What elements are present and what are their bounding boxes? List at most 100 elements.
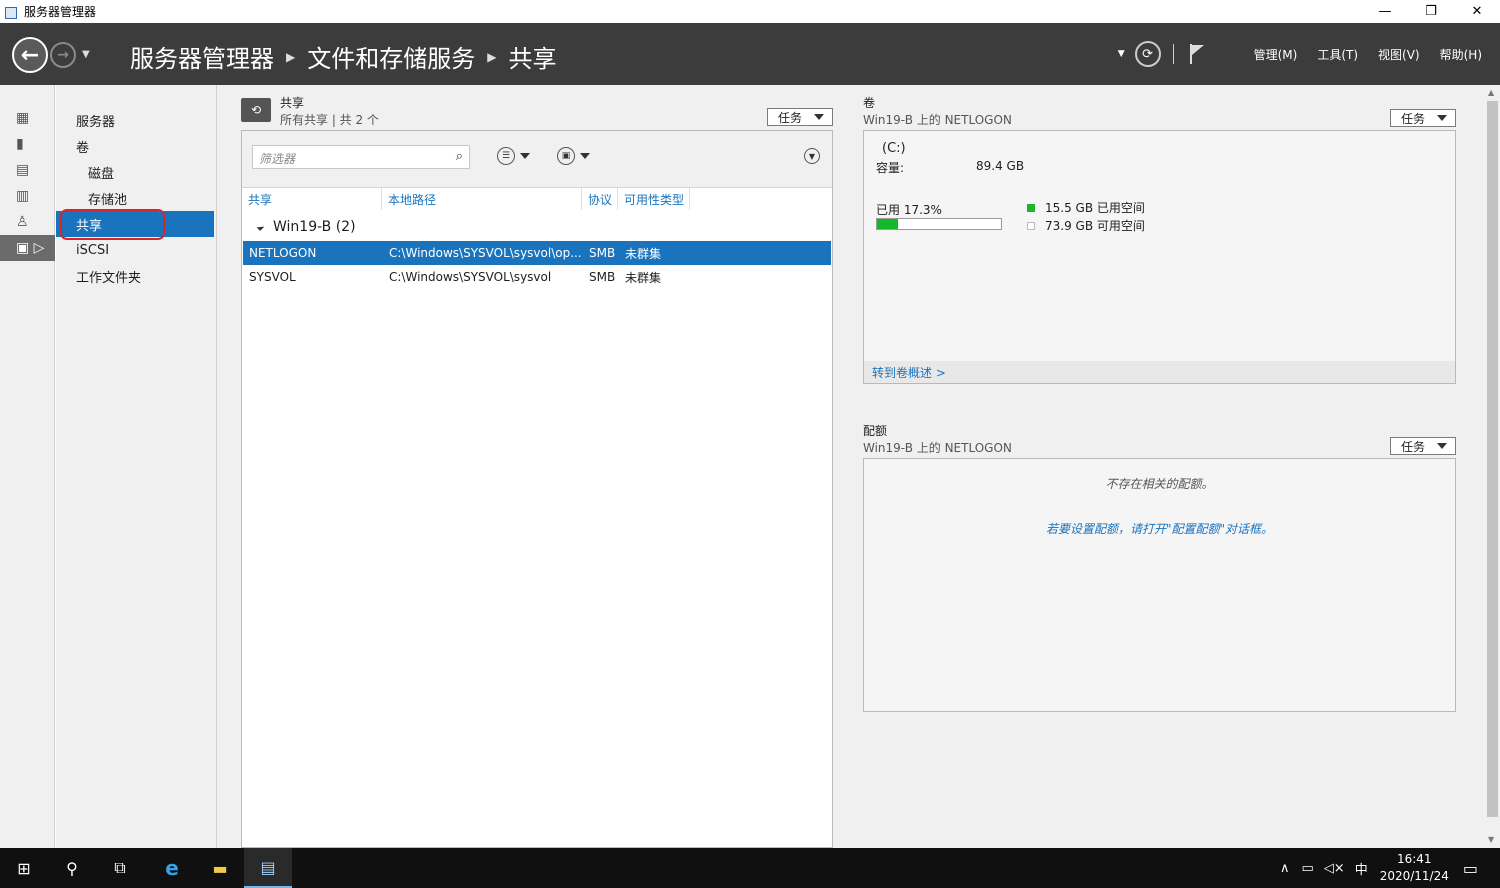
network-icon[interactable]: ▭	[1302, 861, 1314, 876]
volume-overview-link[interactable]: 转到卷概述 >	[864, 361, 1455, 383]
notification-center-icon[interactable]: ▭	[1463, 859, 1478, 878]
list-icon: ☰	[497, 147, 515, 165]
scroll-up-icon[interactable]: ▲	[1488, 88, 1494, 97]
cell-availability: 未群集	[625, 270, 662, 285]
all-servers-icon[interactable]: ▤	[0, 157, 55, 183]
nav-item-servers[interactable]: 服务器	[56, 107, 216, 133]
chevron-down-icon[interactable]: ▼	[1118, 49, 1125, 59]
vertical-scrollbar[interactable]: ▲ ▼	[1485, 85, 1500, 848]
quota-hint-link[interactable]: 若要设置配额，请打开"配置配额"对话框。	[864, 520, 1455, 537]
file-explorer-icon[interactable]: ▬	[196, 848, 244, 888]
free-swatch	[1027, 221, 1035, 230]
cell-availability: 未群集	[625, 246, 662, 261]
clock[interactable]: 16:41 2020/11/24	[1380, 851, 1449, 885]
filter-bar: 筛选器 ⌕ ☰ ▣ ▼	[242, 131, 832, 188]
legend-used: 15.5 GB 已用空间	[1027, 199, 1145, 216]
scroll-down-icon[interactable]: ▼	[1488, 835, 1494, 844]
expand-icon[interactable]: ▼	[804, 148, 820, 164]
nav-item-work-folders[interactable]: 工作文件夹	[56, 263, 216, 289]
quota-panel: 不存在相关的配额。 若要设置配额，请打开"配置配额"对话框。	[863, 458, 1456, 712]
save-query-button[interactable]: ▣	[557, 147, 590, 165]
taskbar: ⊞ ⚲ ⧉ e ▬ ▤ ∧ ▭ ◁× 中 16:41 2020/11/24 ▭	[0, 848, 1500, 888]
col-protocol[interactable]: 协议	[582, 188, 618, 210]
capacity-label: 容量:	[876, 161, 905, 175]
cell-protocol: SMB	[589, 246, 616, 260]
filter-input[interactable]: 筛选器 ⌕	[252, 145, 470, 169]
menu-help[interactable]: 帮助(H)	[1440, 46, 1482, 63]
breadcrumb-item[interactable]: 文件和存储服务	[307, 39, 475, 74]
used-swatch	[1027, 203, 1035, 212]
group-header[interactable]: Win19-B (2)	[256, 219, 356, 235]
shares-icon: ⟲	[241, 98, 271, 122]
forward-button[interactable]: →	[50, 42, 76, 68]
nav-item-disks[interactable]: 磁盘	[56, 159, 216, 185]
nav-item-iscsi[interactable]: iSCSI	[56, 237, 216, 263]
capacity-value: 89.4 GB	[976, 159, 1025, 173]
breadcrumb-item[interactable]: 服务器管理器	[130, 39, 274, 74]
ad-ds-icon[interactable]: ♙	[0, 209, 55, 235]
breadcrumb: 服务器管理器 ▶ 文件和存储服务 ▶ 共享	[130, 39, 556, 74]
collapse-icon[interactable]	[256, 223, 265, 231]
col-availability[interactable]: 可用性类型	[618, 188, 690, 210]
divider	[1172, 44, 1174, 64]
filter-placeholder: 筛选器	[259, 152, 296, 166]
breadcrumb-item[interactable]: 共享	[508, 39, 556, 74]
local-server-icon[interactable]: ▮	[0, 131, 55, 157]
task-view-icon[interactable]: ⧉	[96, 848, 144, 888]
usage-bar	[876, 218, 1002, 230]
used-space-text: 15.5 GB 已用空间	[1045, 201, 1145, 215]
volume-title: 卷	[863, 96, 876, 110]
cell-share: SYSVOL	[249, 270, 296, 284]
chevron-down-icon	[520, 153, 530, 159]
ime-indicator[interactable]: 中	[1355, 859, 1368, 878]
nav-item-volumes[interactable]: 卷	[56, 133, 216, 159]
table-header: 共享 本地路径 协议 可用性类型	[242, 188, 832, 210]
back-button[interactable]: ←	[12, 37, 48, 73]
used-percent: 已用 17.3%	[876, 203, 942, 217]
view-options-button[interactable]: ☰	[497, 147, 530, 165]
volume-tasks-button[interactable]: 任务	[1390, 109, 1456, 127]
menu-tools[interactable]: 工具(T)	[1317, 46, 1358, 63]
table-row[interactable]: SYSVOL C:\Windows\SYSVOL\sysvol SMB 未群集	[243, 265, 831, 289]
icon-sidebar: ▦ ▮ ▤ ▥ ♙ ▣ ▷	[0, 85, 55, 848]
search-icon[interactable]: ⚲	[48, 848, 96, 888]
menu-view[interactable]: 视图(V)	[1378, 46, 1420, 63]
server-manager-icon	[4, 5, 18, 19]
legend-free: 73.9 GB 可用空间	[1027, 217, 1145, 234]
volume-panel: (C:) 容量: 89.4 GB 已用 17.3% 15.5 GB 已用空间 7…	[863, 130, 1456, 384]
notifications-flag-icon[interactable]	[1189, 44, 1204, 64]
chevron-up-icon[interactable]: ∧	[1280, 861, 1290, 876]
quota-title: 配额	[863, 424, 888, 438]
shares-tasks-button[interactable]: 任务	[767, 108, 833, 126]
refresh-icon[interactable]: ⟳	[1134, 41, 1161, 67]
dashboard-icon[interactable]: ▦	[0, 105, 55, 131]
close-button[interactable]: ✕	[1454, 0, 1500, 23]
cell-protocol: SMB	[589, 270, 616, 284]
usage-bar-fill	[877, 219, 899, 229]
volume-subtitle: Win19-B 上的 NETLOGON	[863, 113, 1012, 127]
restore-button[interactable]: ❐	[1408, 0, 1454, 23]
highlight-annotation	[60, 209, 165, 240]
start-windows-icon[interactable]: ⊞	[0, 848, 48, 888]
nav-panel: 服务器 卷 磁盘 存储池 共享 iSCSI 工作文件夹	[56, 85, 217, 848]
drive-letter: (C:)	[882, 141, 906, 156]
server-manager-taskbar-icon[interactable]: ▤	[244, 848, 292, 888]
search-icon[interactable]: ⌕	[456, 149, 463, 164]
volume-muted-icon[interactable]: ◁×	[1324, 861, 1345, 876]
file-services-icon[interactable]: ▥	[0, 183, 55, 209]
table-row[interactable]: NETLOGON C:\Windows\SYSVOL\sysvol\op... …	[243, 241, 831, 265]
quota-empty-message: 不存在相关的配额。	[1105, 477, 1214, 491]
history-dropdown-icon[interactable]: ▼	[82, 49, 90, 60]
col-share[interactable]: 共享	[242, 188, 382, 210]
clock-date: 2020/11/24	[1379, 869, 1449, 883]
title-bar: 服务器管理器 — ❐ ✕	[0, 0, 1500, 23]
menu-manage[interactable]: 管理(M)	[1254, 46, 1298, 63]
save-icon: ▣	[557, 147, 575, 165]
scrollbar-thumb[interactable]	[1487, 101, 1498, 817]
minimize-button[interactable]: —	[1362, 0, 1408, 23]
internet-explorer-icon[interactable]: e	[148, 848, 196, 888]
col-local-path[interactable]: 本地路径	[382, 188, 582, 210]
nav-item-storage-pools[interactable]: 存储池	[56, 185, 216, 211]
quota-tasks-button[interactable]: 任务	[1390, 437, 1456, 455]
storage-services-icon[interactable]: ▣ ▷	[0, 235, 55, 261]
